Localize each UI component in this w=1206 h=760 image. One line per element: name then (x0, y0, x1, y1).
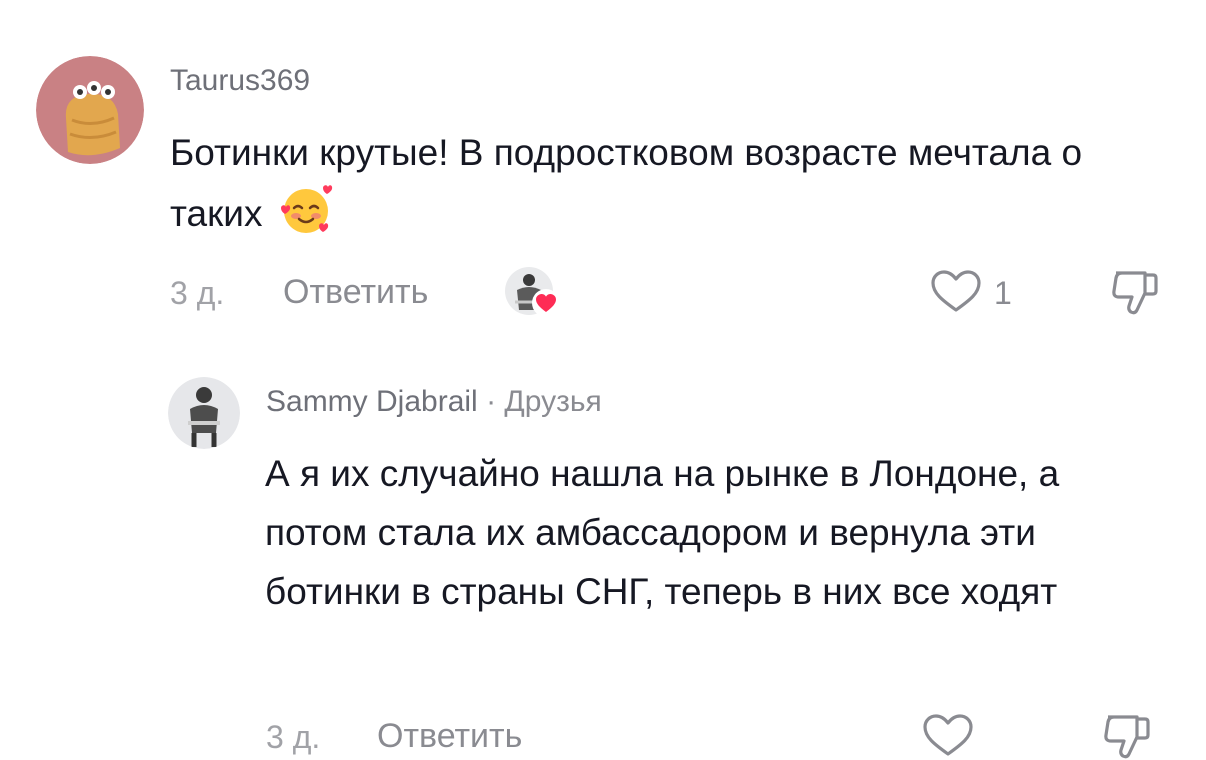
reply-header: Sammy Djabrail · Друзья (266, 385, 602, 419)
separator: · (486, 385, 497, 418)
avatar-image (168, 377, 240, 449)
avatar-image (36, 56, 144, 164)
thumbs-down-icon (1104, 715, 1150, 759)
like-button[interactable] (920, 712, 976, 760)
avatar[interactable] (36, 56, 144, 164)
dislike-button[interactable] (1100, 710, 1154, 759)
comment-username[interactable]: Taurus369 (170, 64, 310, 98)
comment-time: 3 д. (266, 719, 321, 755)
avatar[interactable] (168, 377, 240, 449)
heart-outline-icon (931, 270, 981, 312)
comment-username[interactable]: Sammy Djabrail (266, 385, 478, 418)
thumbs-down-icon (1112, 271, 1158, 315)
friends-badge: Друзья (504, 385, 602, 418)
reply-button[interactable]: Ответить (377, 717, 522, 756)
like-button[interactable]: 1 (928, 268, 1048, 316)
creator-liked-indicator (503, 266, 561, 320)
smiling-face-with-hearts-icon (279, 182, 333, 236)
comment-text: А я их случайно нашла на рынке в Лондоне… (265, 453, 1060, 612)
heart-outline-icon (923, 714, 973, 756)
comment-text: Ботинки крутые! В подростковом возрасте … (170, 123, 1130, 243)
dislike-button[interactable] (1108, 266, 1162, 320)
reply-button[interactable]: Ответить (283, 273, 428, 312)
like-count: 1 (994, 275, 1012, 311)
comment-time: 3 д. (170, 275, 225, 311)
heart-badge-icon (532, 289, 560, 317)
